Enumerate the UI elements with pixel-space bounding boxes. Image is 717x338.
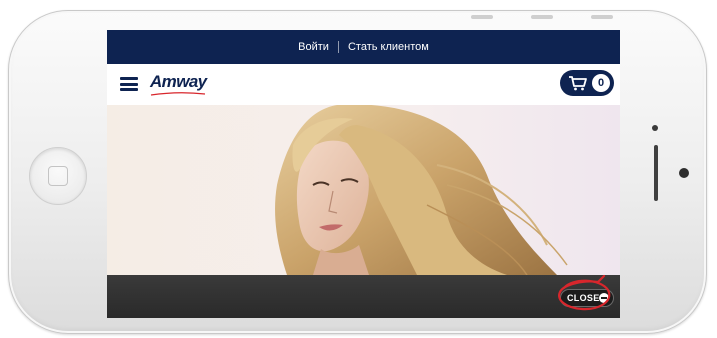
hamburger-menu-icon[interactable] <box>120 77 138 91</box>
video-control-bar <box>107 275 620 318</box>
phone-side-button <box>471 15 493 19</box>
login-link[interactable]: Войти <box>289 41 338 53</box>
top-account-bar: Войти Стать клиентом <box>107 30 620 64</box>
earpiece-speaker <box>654 145 658 201</box>
phone-side-button <box>591 15 613 19</box>
red-highlight-circle <box>558 274 611 311</box>
home-square-icon <box>48 166 68 186</box>
front-camera <box>652 125 658 131</box>
phone-side-button <box>531 15 553 19</box>
hero-model-portrait <box>275 105 568 275</box>
proximity-sensor <box>679 168 689 178</box>
home-button-icon[interactable] <box>29 147 87 205</box>
phone-screen: Войти Стать клиентом Amway 0 <box>107 30 620 318</box>
hero-banner-image <box>107 105 620 275</box>
amway-logo[interactable]: Amway <box>150 72 207 92</box>
logo-swoosh <box>150 92 206 96</box>
site-header: Amway 0 <box>107 64 620 105</box>
become-client-link[interactable]: Стать клиентом <box>339 41 438 53</box>
cart-button[interactable]: 0 <box>560 70 614 96</box>
cart-count-badge: 0 <box>592 74 610 92</box>
cart-icon <box>569 76 587 91</box>
